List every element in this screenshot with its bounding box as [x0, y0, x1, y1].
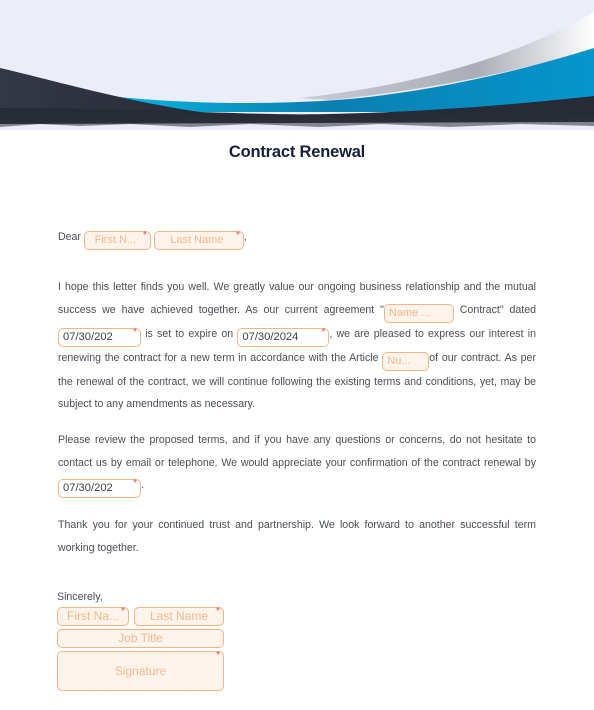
article-number-field[interactable]: Nu...: [382, 351, 430, 371]
dated-date-value: 07/30/202: [63, 330, 113, 343]
paragraph1-text-b: Contract" dated: [459, 303, 536, 316]
greeting-line: Dear First N... * Last Name *,: [58, 226, 536, 250]
signature-row: Signature *: [57, 650, 225, 691]
article-number-placeholder: Nu...: [387, 354, 411, 367]
recipient-last-name-field[interactable]: Last Name *: [153, 230, 244, 250]
job-title-placeholder: Job Title: [118, 631, 163, 645]
sender-last-name-placeholder: Last Name: [149, 609, 209, 623]
paragraph-thank-you: Thank you for your continued trust and p…: [58, 514, 536, 559]
paragraph1-text-c: is set to expire on: [145, 327, 234, 340]
header-banner: [0, 0, 594, 130]
last-name-placeholder: Last Name: [170, 234, 224, 246]
signature-field[interactable]: Signature *: [57, 650, 224, 691]
required-marker: *: [235, 230, 240, 241]
dated-date-field[interactable]: 07/30/202 *: [58, 326, 141, 347]
paragraph3-text: Thank you for your continued trust and p…: [58, 519, 536, 554]
signature-block: Sincerely, First Na... * Last Name * Job T…: [57, 588, 225, 694]
sender-name-row: First Na... * Last Name *: [57, 606, 225, 626]
required-marker: *: [133, 326, 137, 338]
paragraph2-text-b: .: [141, 479, 144, 492]
sender-first-name-placeholder: First Na...: [66, 609, 119, 623]
confirmation-date-field[interactable]: 07/30/202 *: [58, 478, 141, 499]
expire-date-field[interactable]: 07/30/2024 *: [237, 326, 330, 347]
required-marker: *: [216, 650, 220, 661]
expire-date-value: 07/30/2024: [242, 330, 299, 343]
required-marker: *: [321, 326, 326, 338]
job-title-field[interactable]: Job Title: [57, 629, 224, 648]
sender-first-name-field[interactable]: First Na... *: [57, 606, 129, 626]
job-title-row: Job Title: [57, 629, 225, 648]
signature-placeholder: Signature: [114, 664, 167, 678]
required-marker: *: [216, 606, 220, 617]
recipient-first-name-field[interactable]: First N... *: [83, 230, 151, 250]
required-marker: *: [143, 230, 147, 241]
sender-last-name-field[interactable]: Last Name *: [134, 606, 224, 626]
agreement-name-placeholder: Name ...: [388, 306, 431, 319]
paragraph-review-terms: Please review the proposed terms, and if…: [58, 429, 536, 499]
greeting-prefix: Dear: [58, 231, 81, 243]
page-title: Contract Renewal: [228, 143, 366, 161]
paragraph2-text-a: Please review the proposed terms, and if…: [58, 434, 536, 469]
paragraph-renewal-intro: I hope this letter finds you well. We gr…: [58, 276, 536, 416]
first-name-placeholder: First N...: [94, 234, 137, 246]
required-marker: *: [133, 478, 137, 490]
greeting-suffix: ,: [243, 231, 247, 243]
confirmation-date-value: 07/30/202: [63, 482, 113, 495]
required-marker: *: [121, 606, 125, 617]
agreement-name-field[interactable]: Name ...: [383, 303, 454, 323]
closing-label: Sincerely,: [57, 591, 103, 603]
